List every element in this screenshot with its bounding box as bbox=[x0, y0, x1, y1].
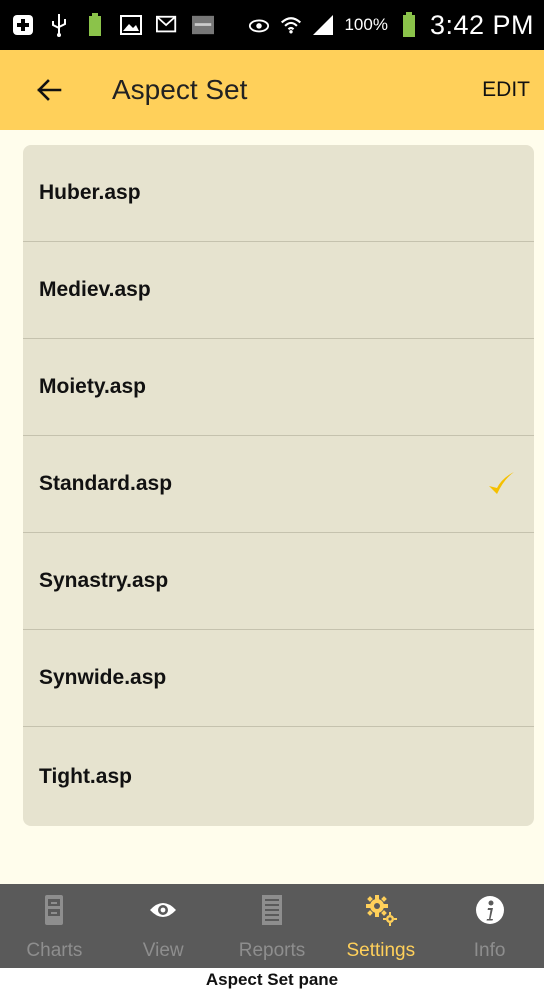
battery-icon bbox=[398, 12, 420, 37]
nav-label-reports: Reports bbox=[238, 940, 306, 961]
wifi-icon bbox=[280, 14, 302, 36]
aspect-set-list: Huber.asp Mediev.asp Moiety.asp Standard… bbox=[23, 145, 534, 826]
bottom-nav: Charts View Reports Settings Info bbox=[0, 884, 544, 968]
cabinet-icon bbox=[38, 894, 70, 926]
list-item-synwide[interactable]: Synwide.asp bbox=[23, 630, 534, 727]
usb-icon bbox=[48, 14, 70, 37]
battery-small-icon bbox=[84, 13, 106, 36]
email-icon bbox=[156, 14, 178, 36]
eye-icon bbox=[248, 14, 270, 36]
nav-label-view: View bbox=[142, 940, 184, 961]
nav-charts[interactable]: Charts bbox=[0, 884, 109, 968]
nav-reports[interactable]: Reports bbox=[218, 884, 327, 968]
app-icon bbox=[192, 14, 214, 36]
signal-icon bbox=[312, 14, 334, 36]
list-item-label: Synwide.asp bbox=[39, 666, 167, 689]
nav-label-settings: Settings bbox=[346, 940, 416, 961]
list-item-label: Mediev.asp bbox=[39, 278, 151, 301]
nav-label-info: Info bbox=[473, 940, 506, 961]
list-item-moiety[interactable]: Moiety.asp bbox=[23, 339, 534, 436]
list-item-label: Synastry.asp bbox=[39, 569, 169, 592]
list-item-label: Standard.asp bbox=[39, 472, 173, 495]
nav-label-charts: Charts bbox=[26, 940, 83, 961]
figure-caption: Aspect Set pane bbox=[205, 970, 339, 989]
plus-box-icon bbox=[12, 14, 34, 36]
list-item-standard[interactable]: Standard.asp bbox=[23, 436, 534, 533]
app-bar: Aspect Set EDIT bbox=[0, 50, 544, 130]
status-time: 3:42 PM bbox=[429, 9, 534, 40]
nav-settings[interactable]: Settings bbox=[326, 884, 435, 968]
checkmark-icon bbox=[486, 469, 516, 499]
list-item-mediev[interactable]: Mediev.asp bbox=[23, 242, 534, 339]
list-item-label: Huber.asp bbox=[39, 181, 141, 204]
status-bar: 100% 3:42 PM bbox=[0, 0, 544, 50]
edit-button[interactable]: EDIT bbox=[482, 78, 530, 102]
nav-view[interactable]: View bbox=[109, 884, 218, 968]
image-icon bbox=[120, 14, 142, 36]
list-item-tight[interactable]: Tight.asp bbox=[23, 727, 534, 826]
eye-icon bbox=[147, 894, 179, 926]
back-arrow-icon[interactable] bbox=[34, 75, 64, 105]
list-item-label: Tight.asp bbox=[39, 764, 132, 788]
phone-screen: 100% 3:42 PM Aspect Set EDIT Huber.asp M… bbox=[0, 0, 544, 968]
info-icon bbox=[474, 894, 506, 926]
list-item-huber[interactable]: Huber.asp bbox=[23, 145, 534, 242]
nav-info[interactable]: Info bbox=[435, 884, 544, 968]
page-title: Aspect Set bbox=[112, 74, 248, 105]
battery-percent: 100% bbox=[344, 15, 388, 34]
list-item-label: Moiety.asp bbox=[39, 375, 146, 398]
document-icon bbox=[256, 894, 288, 926]
gears-icon bbox=[365, 894, 397, 926]
list-item-synastry[interactable]: Synastry.asp bbox=[23, 533, 534, 630]
